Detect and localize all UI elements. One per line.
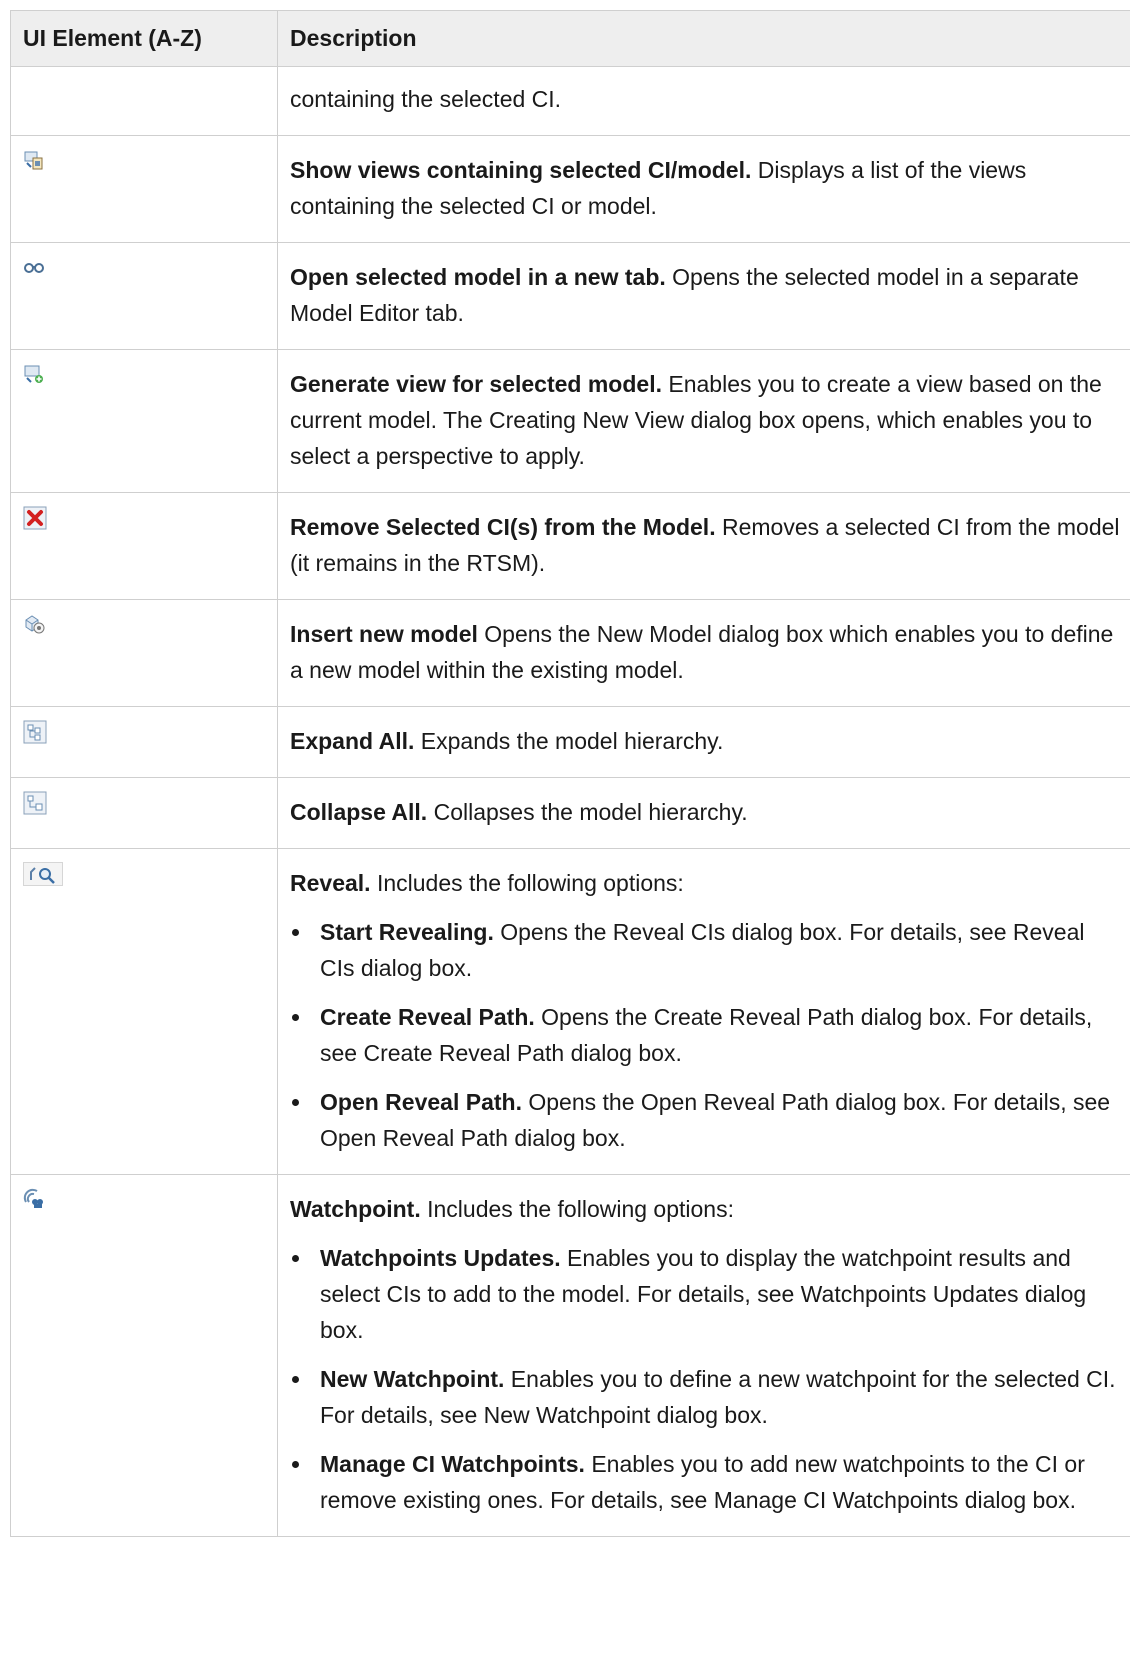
generate-view-icon[interactable]: [23, 363, 45, 385]
description-cell: Remove Selected CI(s) from the Model. Re…: [277, 492, 1130, 600]
expand-all-icon[interactable]: [23, 720, 47, 744]
bullet: [292, 929, 299, 936]
icon-cell: [10, 492, 278, 600]
row-title: Insert new model: [290, 621, 478, 647]
row-text: Includes the following options:: [420, 1196, 734, 1222]
option-title: Open Reveal Path.: [320, 1089, 522, 1115]
option-title: Manage CI Watchpoints.: [320, 1451, 585, 1477]
insert-model-icon[interactable]: [23, 613, 45, 635]
remove-ci-icon[interactable]: [23, 506, 47, 530]
reveal-icon[interactable]: [23, 862, 63, 886]
option-title: Watchpoints Updates.: [320, 1245, 561, 1271]
table-row: Show views containing selected CI/model.…: [10, 135, 1130, 243]
icon-cell: [10, 349, 278, 493]
ui-elements-table: UI Element (A-Z) Description containing …: [10, 10, 1130, 1537]
row-title: Open selected model in a new tab.: [290, 264, 666, 290]
table-row: containing the selected CI.: [10, 66, 1130, 136]
icon-cell: [10, 242, 278, 350]
bullet: [292, 1376, 299, 1383]
description-cell: Show views containing selected CI/model.…: [277, 135, 1130, 243]
icon-cell: [10, 135, 278, 243]
table-row: Collapse All. Collapses the model hierar…: [10, 777, 1130, 849]
watchpoint-icon[interactable]: [23, 1188, 45, 1210]
header-ui-element: UI Element (A-Z): [10, 10, 278, 67]
table-row: Insert new model Opens the New Model dia…: [10, 599, 1130, 707]
list-item: New Watchpoint. Enables you to define a …: [290, 1361, 1124, 1433]
option-title: Create Reveal Path.: [320, 1004, 535, 1030]
list-item: Create Reveal Path. Opens the Create Rev…: [290, 999, 1124, 1071]
icon-cell: [10, 706, 278, 778]
description-cell: Insert new model Opens the New Model dia…: [277, 599, 1130, 707]
icon-cell: [10, 777, 278, 849]
description-cell: Reveal. Includes the following options: …: [277, 848, 1130, 1175]
bullet: [292, 1461, 299, 1468]
row-text: Collapses the model hierarchy.: [427, 799, 748, 825]
table-row: Remove Selected CI(s) from the Model. Re…: [10, 492, 1130, 600]
row-title: Remove Selected CI(s) from the Model.: [290, 514, 716, 540]
list-item: Watchpoints Updates. Enables you to disp…: [290, 1240, 1124, 1348]
row-title: Generate view for selected model.: [290, 371, 662, 397]
description-cell: containing the selected CI.: [277, 66, 1130, 136]
row-text: Includes the following options:: [370, 870, 684, 896]
watchpoint-options-list: Watchpoints Updates. Enables you to disp…: [290, 1240, 1124, 1518]
table-row: Open selected model in a new tab. Opens …: [10, 242, 1130, 350]
header-description: Description: [277, 10, 1130, 67]
bullet: [292, 1014, 299, 1021]
reveal-options-list: Start Revealing. Opens the Reveal CIs di…: [290, 914, 1124, 1156]
icon-cell: [10, 848, 278, 1175]
description-cell: Expand All. Expands the model hierarchy.: [277, 706, 1130, 778]
table-row: Expand All. Expands the model hierarchy.: [10, 706, 1130, 778]
icon-cell: [10, 1174, 278, 1537]
description-cell: Open selected model in a new tab. Opens …: [277, 242, 1130, 350]
list-item: Manage CI Watchpoints. Enables you to ad…: [290, 1446, 1124, 1518]
table-header-row: UI Element (A-Z) Description: [10, 10, 1130, 67]
icon-cell: [10, 599, 278, 707]
description-cell: Generate view for selected model. Enable…: [277, 349, 1130, 493]
row-title: Show views containing selected CI/model.: [290, 157, 752, 183]
row-text: containing the selected CI.: [290, 86, 562, 112]
list-item: Start Revealing. Opens the Reveal CIs di…: [290, 914, 1124, 986]
row-title: Expand All.: [290, 728, 415, 754]
collapse-all-icon[interactable]: [23, 791, 47, 815]
table-row: Watchpoint. Includes the following optio…: [10, 1174, 1130, 1537]
bullet: [292, 1255, 299, 1262]
row-title: Collapse All.: [290, 799, 428, 825]
list-item: Open Reveal Path. Opens the Open Reveal …: [290, 1084, 1124, 1156]
table-row: Generate view for selected model. Enable…: [10, 349, 1130, 493]
table-row: Reveal. Includes the following options: …: [10, 848, 1130, 1175]
bullet: [292, 1099, 299, 1106]
description-cell: Collapse All. Collapses the model hierar…: [277, 777, 1130, 849]
description-cell: Watchpoint. Includes the following optio…: [277, 1174, 1130, 1537]
option-title: New Watchpoint.: [320, 1366, 505, 1392]
row-text: Expands the model hierarchy.: [414, 728, 724, 754]
row-title: Reveal.: [290, 870, 371, 896]
show-views-icon[interactable]: [23, 149, 45, 171]
open-model-tab-icon[interactable]: [23, 256, 45, 278]
option-title: Start Revealing.: [320, 919, 494, 945]
row-title: Watchpoint.: [290, 1196, 421, 1222]
icon-cell: [10, 66, 278, 136]
